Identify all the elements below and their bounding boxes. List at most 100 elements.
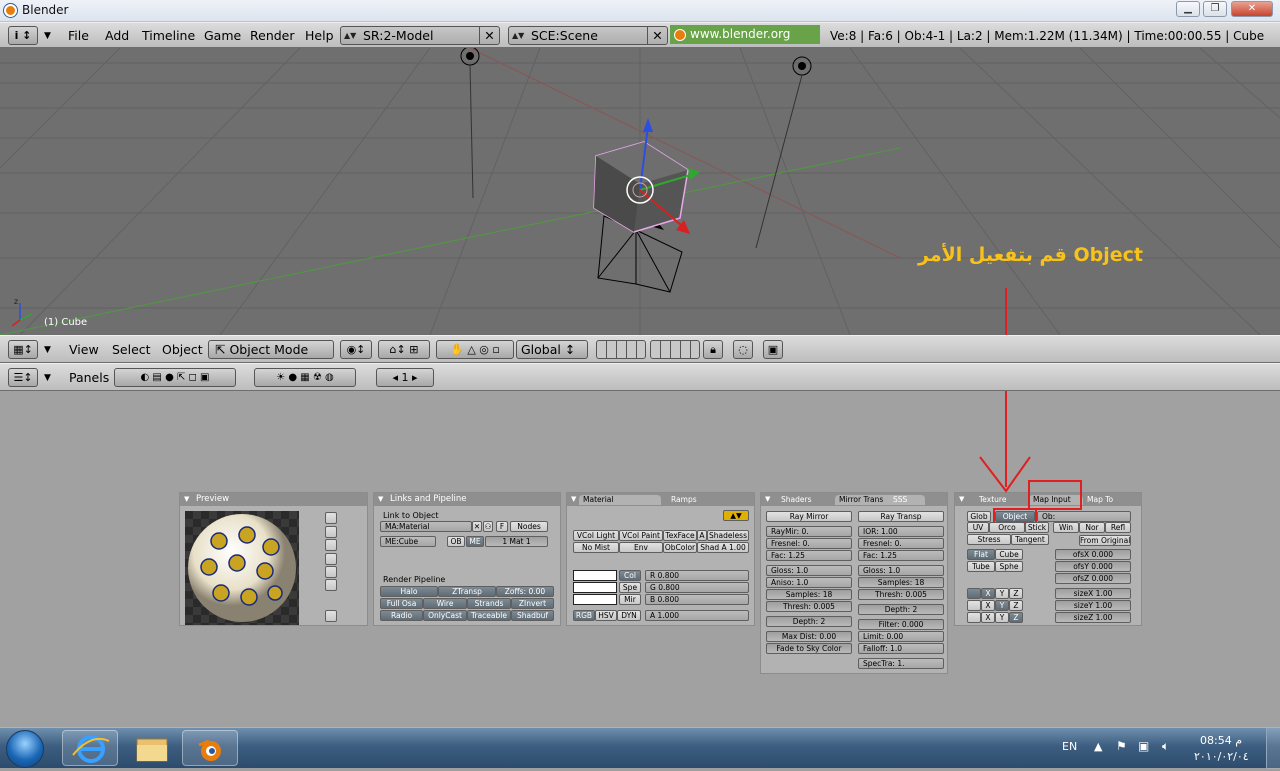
sphe-mapping-button[interactable]: Sphe [995, 561, 1023, 572]
proj-x-x[interactable]: X [981, 588, 995, 599]
nodes-button[interactable]: Nodes [510, 521, 548, 532]
spe-button[interactable]: Spe [619, 582, 641, 593]
ofsy-field[interactable]: ofsY 0.000 [1055, 561, 1131, 572]
zinvert-button[interactable]: ZInvert [511, 598, 554, 609]
proj-z-none[interactable] [967, 612, 981, 623]
proj-y-none[interactable] [967, 600, 981, 611]
zoffs-field[interactable]: Zoffs: 0.00 [496, 586, 554, 597]
collapse-menu-icon[interactable]: ▼ [44, 369, 51, 387]
preview-refresh-button[interactable] [325, 610, 337, 622]
proj-y-x[interactable]: X [981, 600, 995, 611]
sizey-field[interactable]: sizeY 1.00 [1055, 600, 1131, 611]
tangent-button[interactable]: Tangent [1011, 534, 1049, 545]
alpha-slider[interactable]: A 1.000 [645, 610, 749, 621]
menu-help[interactable]: Help [305, 27, 334, 45]
glob-button[interactable]: Glob [967, 511, 991, 522]
no-mist-button[interactable]: No Mist [573, 542, 619, 553]
diffuse-color-swatch[interactable] [573, 570, 617, 581]
tab-sss[interactable]: SSS [889, 495, 911, 505]
obcolor-button[interactable]: ObColor [663, 542, 697, 553]
lamp-left[interactable] [460, 48, 480, 199]
win-button[interactable]: Win [1053, 522, 1079, 533]
proj-z-y[interactable]: Y [995, 612, 1009, 623]
strands-button[interactable]: Strands [467, 598, 511, 609]
screen-selector[interactable]: ▲▼ SR:2-Model ✕ [340, 26, 500, 45]
fake-user-icon[interactable]: ⚇ [483, 521, 493, 532]
version-link[interactable]: www.blender.org 249.2 [670, 25, 820, 60]
volume-icon[interactable]: 🔈︎ [1162, 739, 1169, 754]
preview-flat-button[interactable] [325, 512, 337, 524]
mir-button[interactable]: Mir [619, 594, 641, 605]
proj-z-x[interactable]: X [981, 612, 995, 623]
max-dist-field[interactable]: Max Dist: 0.00 [766, 631, 852, 642]
mirror-aniso-slider[interactable]: Aniso: 1.0 [766, 577, 852, 588]
buttons-editor-type[interactable]: ☰↕ [8, 368, 38, 387]
orco-button[interactable]: Orco [989, 522, 1025, 533]
layer-buttons-2[interactable] [650, 340, 700, 359]
show-hidden-icons[interactable]: ▲ [1094, 740, 1102, 753]
draw-type-selector[interactable]: ◉↕ [340, 340, 372, 359]
ofsz-field[interactable]: ofsZ 0.000 [1055, 573, 1131, 584]
clock-time[interactable]: 08:54 م [1200, 734, 1242, 747]
menu-render[interactable]: Render [250, 27, 295, 45]
show-desktop-button[interactable] [1266, 728, 1280, 769]
lamp-right[interactable] [755, 56, 812, 249]
col-button[interactable]: Col [619, 570, 641, 581]
traceable-button[interactable]: Traceable [467, 610, 511, 621]
sizez-field[interactable]: sizeZ 1.00 [1055, 612, 1131, 623]
rgb-mode-button[interactable]: RGB [573, 610, 595, 621]
uv-button[interactable]: UV [967, 522, 989, 533]
transp-gloss-slider[interactable]: Gloss: 1.0 [858, 565, 944, 576]
texface-button[interactable]: TexFace [663, 530, 697, 541]
transp-fac-slider[interactable]: Fac: 1.25 [858, 550, 944, 561]
unlink-material-icon[interactable]: ✕ [472, 521, 482, 532]
falloff-slider[interactable]: Falloff: 1.0 [858, 643, 944, 654]
env-button[interactable]: Env [619, 542, 663, 553]
mirror-gloss-slider[interactable]: Gloss: 1.0 [766, 565, 852, 576]
mirror-color-swatch[interactable] [573, 594, 617, 605]
cube-mapping-button[interactable]: Cube [995, 549, 1023, 560]
material-index-field[interactable]: 1 Mat 1 [485, 536, 548, 547]
ob-name-field[interactable]: Ob: [1037, 511, 1131, 522]
network-icon[interactable]: ▣ [1138, 739, 1149, 753]
menu-select[interactable]: Select [112, 341, 151, 359]
texface-alpha-button[interactable]: A [697, 530, 707, 541]
frame-counter[interactable]: ◂ 1 ▸ [376, 368, 434, 387]
editor-type-menu[interactable]: i ↕ [8, 26, 38, 45]
mode-selector[interactable]: ⇱ Object Mode [208, 340, 334, 359]
tube-mapping-button[interactable]: Tube [967, 561, 995, 572]
menu-file[interactable]: File [68, 27, 89, 45]
tab-map-to[interactable]: Map To [1083, 495, 1117, 505]
blue-slider[interactable]: B 0.800 [645, 594, 749, 605]
panels-menu[interactable]: Panels [69, 369, 109, 387]
link-ob-button[interactable]: OB [447, 536, 465, 547]
shading-subcontext-buttons[interactable]: ☀ ● ▦ ☢ ◍ [254, 368, 356, 387]
transp-samples-field[interactable]: Samples: 18 [858, 577, 944, 588]
material-name-field[interactable]: MA:Material [380, 521, 472, 532]
wire-button[interactable]: Wire [423, 598, 467, 609]
ray-transp-button[interactable]: Ray Transp [858, 511, 944, 522]
scene-selector[interactable]: ▲▼ SCE:Scene ✕ [508, 26, 668, 45]
halo-button[interactable]: Halo [380, 586, 438, 597]
viewport-editor-type[interactable]: ▦↕ [8, 340, 38, 359]
menu-timeline[interactable]: Timeline [142, 27, 195, 45]
dyn-mode-button[interactable]: DYN [617, 610, 641, 621]
filter-field[interactable]: Filter: 0.000 [858, 619, 944, 630]
vcol-paint-button[interactable]: VCol Paint [619, 530, 663, 541]
preview-cube-button[interactable] [325, 539, 337, 551]
collapse-menu-icon[interactable]: ▼ [44, 341, 51, 359]
raymir-slider[interactable]: RayMir: 0. [766, 526, 852, 537]
specular-color-swatch[interactable] [573, 582, 617, 593]
layer-buttons-1[interactable] [596, 340, 646, 359]
menu-add[interactable]: Add [105, 27, 129, 45]
proportional-edit-icon[interactable]: ◌ [733, 340, 753, 359]
manipulator-toggles[interactable]: ✋ △ ◎ ▫ [436, 340, 514, 359]
tab-material[interactable]: Material [579, 495, 661, 505]
red-slider[interactable]: R 0.800 [645, 570, 749, 581]
delete-screen-button[interactable]: ✕ [479, 27, 499, 44]
links-panel-title[interactable]: Links and Pipeline [374, 493, 560, 506]
tab-ramps[interactable]: Ramps [667, 495, 701, 505]
blender-taskbar-icon[interactable] [182, 730, 238, 766]
mirror-depth-field[interactable]: Depth: 2 [766, 616, 852, 627]
stress-button[interactable]: Stress [967, 534, 1011, 545]
